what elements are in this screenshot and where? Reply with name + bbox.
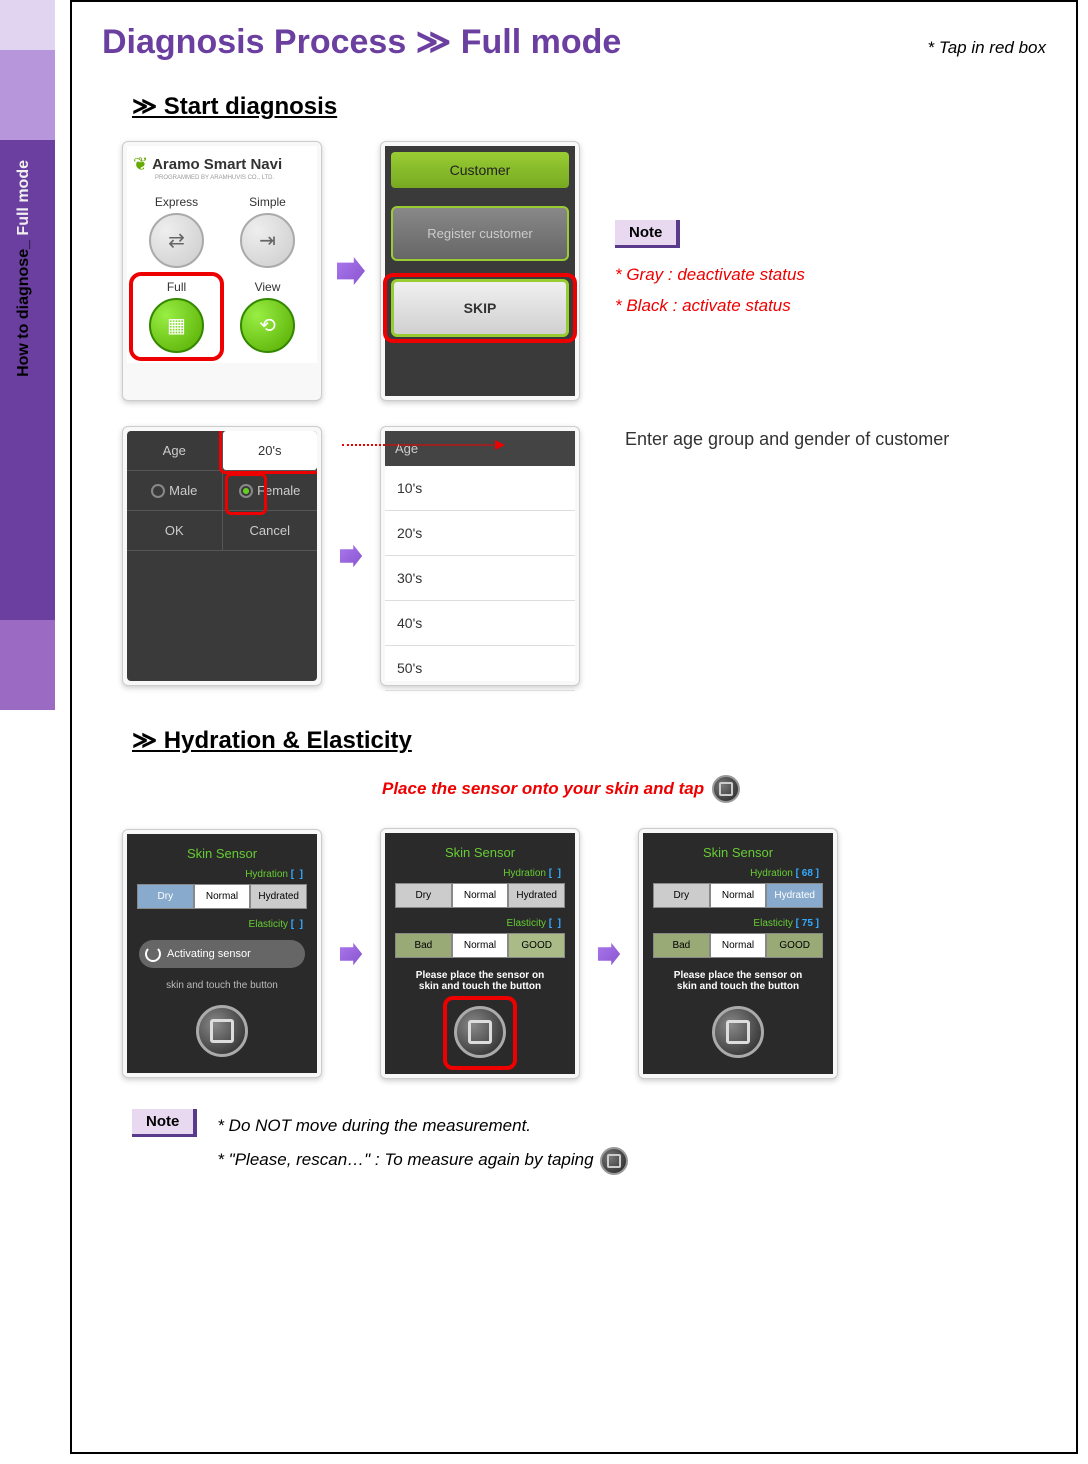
hydration-normal: Normal (194, 884, 251, 909)
leaf-icon: ❦ (133, 154, 148, 175)
sidebar-block-4 (0, 620, 55, 710)
hydration-dry: Dry (653, 883, 710, 908)
section-hydration: ≫ Hydration & Elasticity (132, 726, 1046, 755)
sensor-title: Skin Sensor (391, 839, 569, 866)
elasticity-normal: Normal (452, 933, 509, 958)
age-option[interactable]: 20's (385, 511, 575, 556)
screenshot-sensor-activating: Skin Sensor Hydration [ ] Dry Normal Hyd… (122, 829, 322, 1078)
age-option[interactable]: 10's (385, 466, 575, 511)
hydration-label: Hydration [ ] (391, 866, 569, 881)
screenshot-sensor-ready: Skin Sensor Hydration [ ] Dry Normal Hyd… (380, 828, 580, 1079)
enter-age-instruction: Enter age group and gender of customer (625, 426, 949, 453)
screenshot-age-gender: Age 20's Male Female OK Cancel (122, 426, 322, 686)
note-label: Note (132, 1109, 197, 1137)
arrow-icon (340, 942, 362, 964)
customer-header: Customer (391, 152, 569, 188)
elasticity-good: GOOD (766, 933, 823, 958)
sidebar-block-2 (0, 50, 55, 140)
sensor-button[interactable] (454, 1006, 506, 1058)
elasticity-label: Elasticity [ ] (391, 916, 569, 931)
arrow-icon (340, 545, 362, 567)
arrow-icon (337, 257, 365, 285)
sensor-icon (712, 775, 740, 803)
screenshot-age-list: Age 10's 20's 30's 40's 50's (380, 426, 580, 686)
elasticity-bad: Bad (395, 933, 452, 958)
mode-full[interactable]: Full▦ (133, 276, 220, 357)
sidebar-block-1 (0, 0, 55, 50)
note-text: * Gray : deactivate status * Black : act… (615, 260, 805, 321)
sensor-msg: skin and touch the button (133, 976, 311, 995)
sidebar: How to diagnose_ Full mode (0, 0, 55, 1464)
hydration-hydrated: Hydrated (766, 883, 823, 908)
screenshot-home: ❦ Aramo Smart Navi PROGRAMMED BY ARAMHUV… (122, 141, 322, 401)
app-title: Aramo Smart Navi (152, 156, 282, 173)
screenshot-customer: Customer Register customer SKIP (380, 141, 580, 401)
skip-button[interactable]: SKIP (391, 279, 569, 337)
register-customer-button[interactable]: Register customer (391, 206, 569, 261)
age-option[interactable]: 50's (385, 646, 575, 691)
hydration-label: Hydration [ 68 ] (649, 866, 827, 881)
activating-sensor-status: Activating sensor (139, 940, 305, 968)
sidebar-tab-active[interactable]: How to diagnose_ Full mode (0, 140, 55, 620)
ok-button[interactable]: OK (127, 511, 223, 550)
age-value-button[interactable]: 20's (223, 431, 318, 470)
elasticity-normal: Normal (710, 933, 767, 958)
arrow-icon (598, 942, 620, 964)
sensor-title: Skin Sensor (133, 840, 311, 867)
mode-view[interactable]: View⟲ (224, 276, 311, 357)
screenshot-sensor-result: Skin Sensor Hydration [ 68 ] Dry Normal … (638, 828, 838, 1079)
elasticity-label: Elasticity [ 75 ] (649, 916, 827, 931)
sensor-icon (600, 1147, 628, 1175)
sensor-msg: Please place the sensor onskin and touch… (649, 966, 827, 996)
note-label: Note (615, 220, 680, 248)
hydration-dry: Dry (395, 883, 452, 908)
gender-male[interactable]: Male (127, 471, 223, 510)
gender-female[interactable]: Female (223, 471, 318, 510)
page-content: Diagnosis Process ≫ Full mode * Tap in r… (70, 0, 1078, 1454)
cancel-button[interactable]: Cancel (223, 511, 318, 550)
elasticity-label: Elasticity [ ] (133, 917, 311, 932)
hydration-normal: Normal (452, 883, 509, 908)
bottom-note-text: * Do NOT move during the measurement. * … (217, 1109, 627, 1177)
dotted-arrow-icon (342, 444, 497, 446)
sidebar-label: How to diagnose_ Full mode (15, 160, 33, 377)
tap-hint: * Tap in red box (928, 38, 1046, 58)
mode-simple[interactable]: Simple⇥ (224, 191, 311, 272)
sensor-button[interactable] (196, 1005, 248, 1057)
page-title: Diagnosis Process ≫ Full mode (102, 22, 621, 62)
section-start-diagnosis: ≫ Start diagnosis (132, 92, 1046, 121)
sensor-title: Skin Sensor (649, 839, 827, 866)
age-label: Age (127, 431, 223, 470)
sensor-msg: Please place the sensor onskin and touch… (391, 966, 569, 996)
hydration-hydrated: Hydrated (508, 883, 565, 908)
place-sensor-instruction: Place the sensor onto your skin and tap (382, 775, 1046, 803)
age-option[interactable]: 30's (385, 556, 575, 601)
hydration-hydrated: Hydrated (250, 884, 307, 909)
elasticity-good: GOOD (508, 933, 565, 958)
hydration-dry: Dry (137, 884, 194, 909)
hydration-label: Hydration [ ] (133, 867, 311, 882)
hydration-normal: Normal (710, 883, 767, 908)
age-option[interactable]: 40's (385, 601, 575, 646)
elasticity-bad: Bad (653, 933, 710, 958)
sensor-button[interactable] (712, 1006, 764, 1058)
app-subtitle: PROGRAMMED BY ARAMHUVIS CO., LTD. (155, 175, 311, 181)
age-list-header: Age (385, 431, 575, 466)
mode-express[interactable]: Express⇄ (133, 191, 220, 272)
